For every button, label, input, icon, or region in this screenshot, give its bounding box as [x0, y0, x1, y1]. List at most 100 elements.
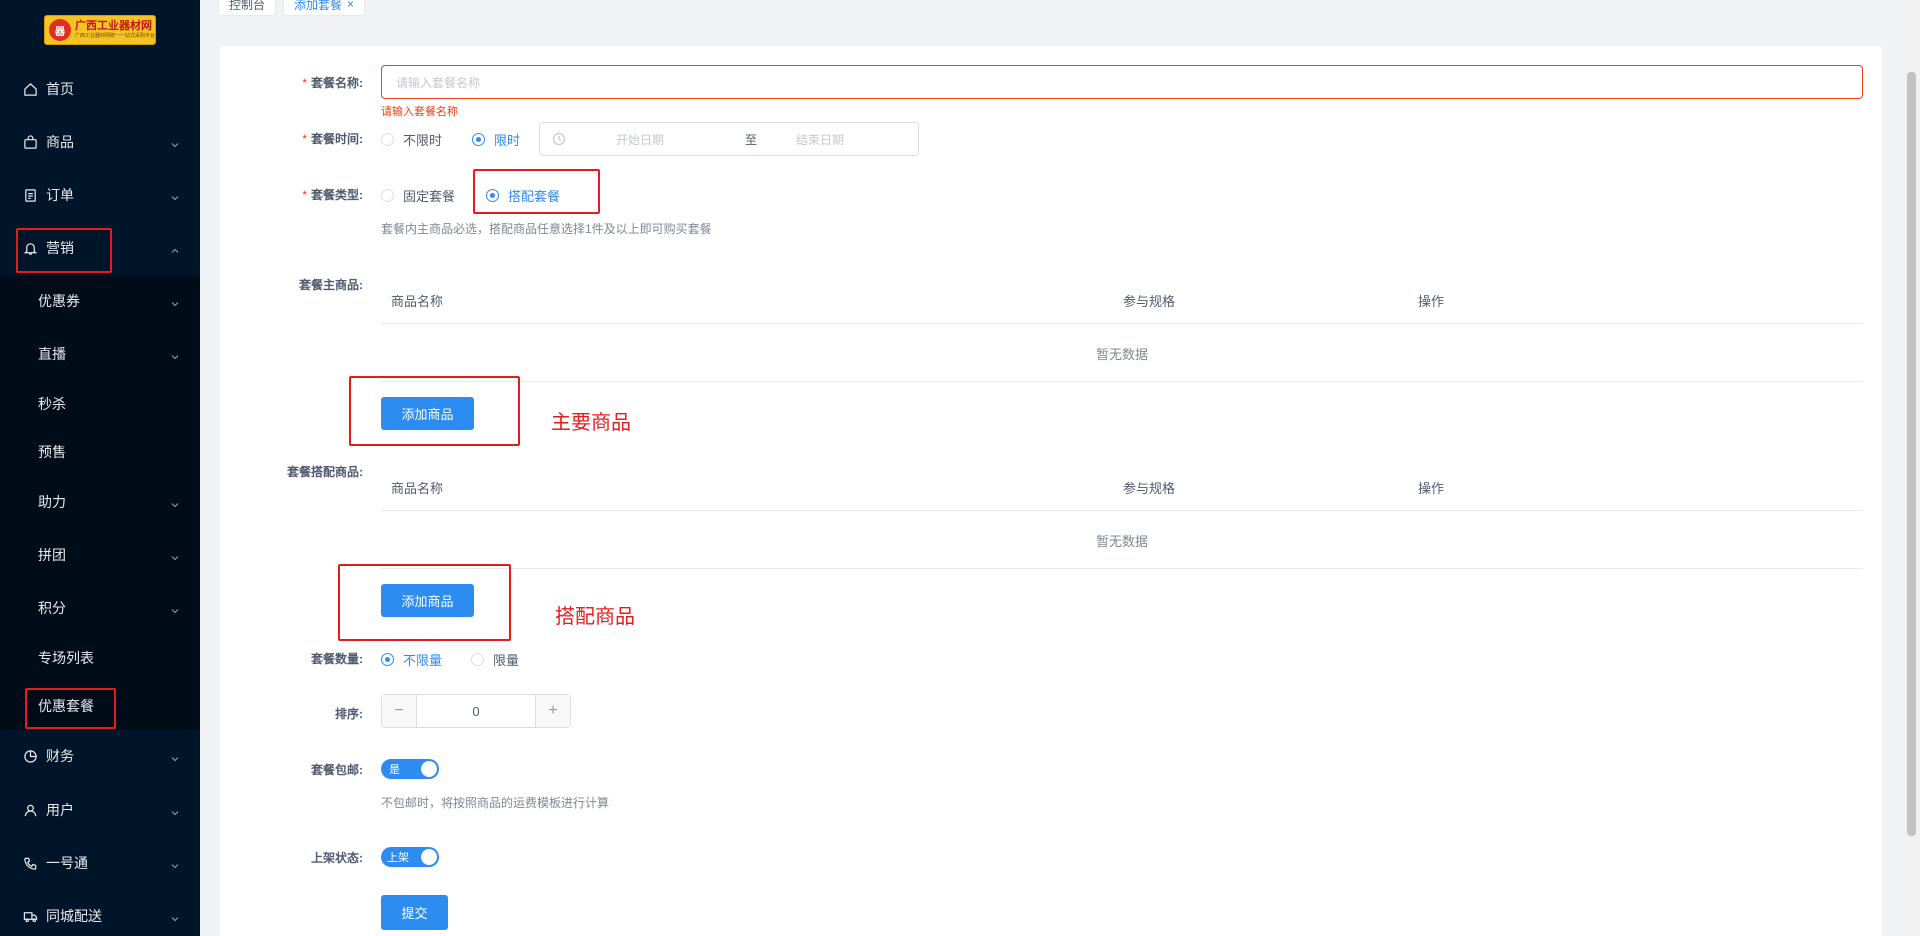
radio-fixed-package[interactable]: 固定套餐 [381, 186, 455, 205]
radio-unlimited-time[interactable]: 不限时 [381, 130, 442, 149]
sidebar: 器 广西工业器材网 广西工业器材网统一一站式采购平台 首页 商品 订单 营销 优… [0, 0, 200, 936]
sidebar-item-label: 首页 [46, 81, 74, 97]
radio-dot [381, 189, 394, 202]
radio-label: 限量 [493, 653, 520, 668]
user-icon [22, 802, 38, 818]
match-goods-empty: 暂无数据 [381, 512, 1863, 569]
form-card: * 套餐名称: 请输入套餐名称 请输入套餐名称 * 套餐时间: 不限时 限时 开始日… [220, 46, 1882, 936]
sidebar-subitem-label: 专场列表 [38, 650, 94, 666]
sidebar-item-label: 财务 [46, 748, 74, 764]
radio-unlimited-quantity[interactable]: 不限量 [381, 650, 442, 669]
logo-area: 器 广西工业器材网 广西工业器材网统一一站式采购平台 [0, 0, 200, 60]
sidebar-item-home[interactable]: 首页 [0, 63, 200, 115]
annotation-match-goods: 搭配商品 [555, 606, 635, 628]
submit-button[interactable]: 提交 [381, 895, 448, 930]
radio-dot [381, 133, 394, 146]
column-goods-name: 商品名称 [391, 481, 444, 496]
sidebar-item-yihaotong[interactable]: 一号通 [0, 837, 200, 889]
column-spec: 参与规格 [1123, 481, 1176, 496]
tab-label: 控制台 [229, 0, 266, 12]
field-label-type: * 套餐类型: [220, 186, 363, 203]
radio-dot [471, 653, 484, 666]
switch-label: 是 [389, 764, 400, 776]
sidebar-item-users[interactable]: 用户 [0, 784, 200, 836]
annotation-main-goods: 主要商品 [551, 412, 631, 434]
shipping-hint: 不包邮时，将按照商品的运费模板进行计算 [381, 796, 610, 810]
sidebar-subitem-group[interactable]: 拼团 [0, 531, 200, 579]
sidebar-subitem-presale[interactable]: 预售 [0, 428, 200, 476]
radio-limited-quantity[interactable]: 限量 [471, 650, 519, 669]
sidebar-item-goods[interactable]: 商品 [0, 116, 200, 168]
chevron-down-icon [170, 190, 180, 201]
tab-dashboard[interactable]: 控制台 [218, 0, 277, 16]
chevron-down-icon [170, 349, 180, 360]
sidebar-subitem-points[interactable]: 积分 [0, 584, 200, 632]
sidebar-item-finance[interactable]: 财务 [0, 730, 200, 782]
annotation-box-package [25, 688, 116, 729]
label-text: 排序: [335, 707, 363, 721]
logo[interactable]: 器 广西工业器材网 广西工业器材网统一一站式采购平台 [44, 15, 156, 45]
sidebar-subitem-label: 拼团 [38, 547, 66, 563]
radio-limited-time[interactable]: 限时 [472, 130, 520, 149]
label-text: 套餐类型: [311, 188, 363, 202]
scrollbar-thumb[interactable] [1907, 72, 1916, 836]
status-switch[interactable]: 上架 [381, 847, 439, 867]
sidebar-subitem-label: 助力 [38, 494, 66, 510]
date-range-picker[interactable]: 开始日期 至 结束日期 [539, 122, 919, 156]
sidebar-subitem-label: 优惠券 [38, 293, 80, 309]
chevron-down-icon [170, 603, 180, 614]
package-name-input[interactable]: 请输入套餐名称 [381, 65, 1863, 99]
sort-stepper[interactable]: − 0 + [381, 694, 571, 728]
sidebar-item-orders[interactable]: 订单 [0, 169, 200, 221]
sidebar-subitem-label: 直播 [38, 346, 66, 362]
phone-icon [22, 855, 38, 871]
annotation-box-type [473, 169, 600, 214]
radio-dot [381, 653, 394, 666]
column-action: 操作 [1418, 481, 1445, 496]
pie-chart-icon [22, 748, 38, 764]
annotation-box-marketing [16, 228, 112, 273]
sort-value[interactable]: 0 [416, 695, 536, 727]
date-start-placeholder: 开始日期 [616, 132, 665, 147]
field-label-status: 上架状态: [220, 849, 363, 866]
close-icon[interactable]: × [347, 0, 354, 11]
radio-label: 固定套餐 [403, 189, 456, 204]
bag-icon [22, 134, 38, 150]
label-text: 套餐包邮: [311, 763, 363, 777]
sidebar-subitem-assist[interactable]: 助力 [0, 478, 200, 526]
chevron-down-icon [170, 137, 180, 148]
tab-label: 添加套餐 [294, 0, 343, 12]
label-text: 上架状态: [311, 851, 363, 865]
sidebar-item-delivery[interactable]: 同城配送 [0, 890, 200, 936]
chevron-down-icon [170, 805, 180, 816]
page-scrollbar[interactable] [1903, 0, 1920, 936]
label-text: 套餐数量: [311, 652, 363, 666]
logo-title: 广西工业器材网 [75, 20, 152, 32]
tab-add-package[interactable]: 添加套餐 × [283, 0, 366, 16]
minus-icon[interactable]: − [382, 695, 416, 727]
field-label-sort: 排序: [220, 705, 363, 722]
annotation-box-main-goods [349, 376, 520, 446]
chevron-down-icon [170, 858, 180, 869]
sidebar-subitem-label: 预售 [38, 444, 66, 460]
radio-dot [472, 133, 485, 146]
annotation-box-match-goods [338, 564, 511, 641]
shipping-switch[interactable]: 是 [381, 759, 439, 779]
switch-knob [421, 849, 437, 865]
chevron-down-icon [170, 911, 180, 922]
date-end-placeholder: 结束日期 [796, 132, 845, 147]
plus-icon[interactable]: + [536, 695, 570, 727]
document-icon [22, 187, 38, 203]
sidebar-item-label: 同城配送 [46, 908, 102, 924]
sidebar-item-label: 用户 [46, 802, 74, 818]
date-separator: 至 [744, 132, 757, 147]
sidebar-subitem-special[interactable]: 专场列表 [0, 634, 200, 682]
switch-knob [421, 761, 437, 777]
sidebar-subitem-live[interactable]: 直播 [0, 330, 200, 378]
sidebar-subitem-seckill[interactable]: 秒杀 [0, 380, 200, 428]
field-label-shipping: 套餐包邮: [220, 761, 363, 778]
field-label-name: * 套餐名称: [220, 74, 363, 91]
field-label-quantity: 套餐数量: [220, 650, 363, 667]
tabs-bar: 控制台 添加套餐 × [200, 0, 1910, 26]
sidebar-subitem-coupon[interactable]: 优惠券 [0, 277, 200, 325]
